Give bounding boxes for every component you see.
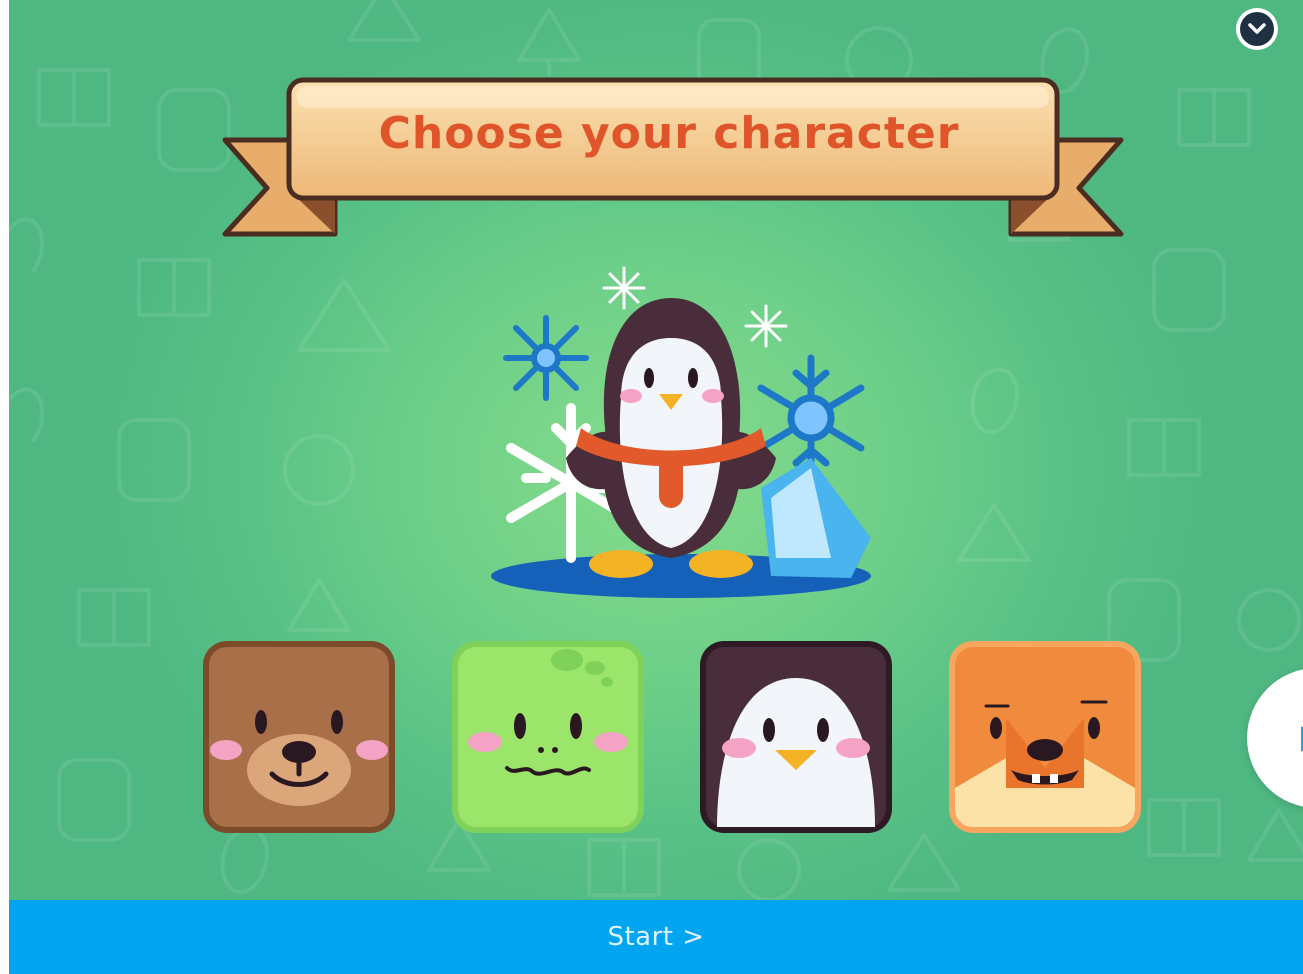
- page-title: Choose your character: [378, 108, 960, 159]
- app-screen: Choose your character Start >: [0, 0, 1303, 974]
- start-button-label: Start >: [607, 922, 705, 952]
- character-select-scene: Choose your character: [9, 0, 1303, 900]
- character-tile-bear[interactable]: [200, 638, 398, 836]
- character-tile-fox[interactable]: [946, 638, 1144, 836]
- collapse-button[interactable]: [1236, 8, 1278, 50]
- penguin-face-icon: [700, 641, 892, 833]
- character-tile-penguin[interactable]: [697, 638, 895, 836]
- frog-face-icon: [452, 641, 644, 833]
- character-tile-frog[interactable]: [449, 638, 647, 836]
- fox-face-icon: [949, 641, 1141, 833]
- chevron-down-icon: [1240, 12, 1274, 46]
- bear-face-icon: [203, 641, 395, 833]
- selected-character-illustration: [491, 266, 871, 598]
- play-arrow-icon: [1301, 726, 1303, 752]
- start-button[interactable]: Start >: [9, 900, 1303, 974]
- left-margin: [0, 0, 9, 974]
- snowflake-icon: [503, 315, 589, 401]
